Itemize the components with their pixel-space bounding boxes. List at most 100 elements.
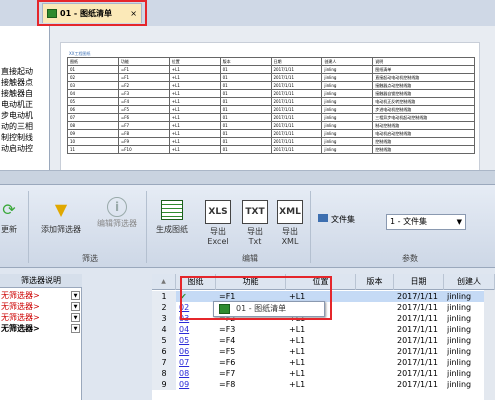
table-cell: +L1 — [289, 336, 306, 345]
filter-row-label: 无筛选器> — [1, 291, 40, 300]
left-panel-line: 接触器点 — [1, 78, 33, 87]
document-table-cell: 2017/1/11 — [270, 89, 323, 98]
filter-row[interactable]: 无筛选器> ▼ — [0, 290, 82, 301]
export-xml-label-2: XML — [281, 237, 299, 246]
table-row[interactable]: 9 09 =F8 +L1 2017/1/11 jinling — [152, 379, 495, 390]
table-cell[interactable]: 05 — [179, 335, 216, 346]
filter-row[interactable]: 无筛选器> ▼ — [0, 323, 82, 334]
document-table-cell: 04 — [67, 89, 119, 98]
document-table-cell: 2017/1/11 — [270, 137, 323, 146]
filter-row[interactable]: 无筛选器> ▼ — [0, 301, 82, 312]
document-table-row: 04 =F3 +L1 01 2017/1/11 jinling 接触器自锁控制线路 — [67, 89, 475, 98]
table-cell[interactable]: 07 — [179, 357, 216, 368]
tab-highlight-box — [37, 0, 147, 26]
generate-drawing-button[interactable]: 生成图纸 — [148, 197, 196, 235]
left-panel-line: 动启动控 — [1, 144, 33, 153]
table-cell — [359, 302, 394, 313]
table-cell: 2017/1/11 — [397, 314, 439, 323]
edit-filter-label: 编辑筛选器 — [97, 219, 137, 228]
table-row[interactable]: 8 08 =F7 +L1 2017/1/11 jinling — [152, 368, 495, 379]
export-xml-button[interactable]: XML 导出 XML — [273, 199, 307, 247]
horizontal-scrollbar[interactable] — [0, 170, 495, 184]
edit-filter-button[interactable]: i 编辑筛选器 — [88, 197, 146, 229]
document-table-cell: =F1 — [117, 65, 170, 74]
file-set-dropdown[interactable]: 1 - 文件集 ▼ — [386, 214, 466, 230]
filter-row-label: 无筛选器> — [1, 324, 40, 333]
document-table-cell: jinling — [321, 121, 374, 130]
table-cell — [359, 357, 394, 368]
table-cell: 2017/1/11 — [397, 303, 439, 312]
document-table-cell: 07 — [67, 113, 119, 122]
document-table-cell: =F1 — [117, 73, 170, 82]
table-cell[interactable]: 09 — [179, 379, 216, 390]
document-table-cell: 电动机启动控制线路 — [372, 129, 475, 138]
add-filter-button[interactable]: ▼ 添加筛选器 — [32, 197, 90, 235]
document-table-cell: 06 — [67, 105, 119, 114]
document-page: XX工程图纸 图纸 功能 位置 版本 日期 创建人 说明 01 =F1 +L1 01 2017/1/1… — [60, 42, 480, 170]
document-table-cell: 01 — [219, 121, 272, 130]
document-table-cell: 接触器自锁控制线路 — [372, 89, 475, 98]
document-table-cell: 01 — [67, 65, 119, 74]
table-cell — [359, 335, 394, 346]
document-table-cell: jinling — [321, 105, 374, 114]
grid-column-header[interactable]: 创建人 — [444, 274, 495, 290]
document-table-cell: 2017/1/11 — [270, 65, 323, 74]
document-preview: XX工程图纸 图纸 功能 位置 版本 日期 创建人 说明 01 =F1 +L1 01 2017/1/1… — [50, 26, 495, 170]
chevron-down-icon[interactable]: ▼ — [71, 291, 80, 300]
document-table-cell: 2017/1/11 — [270, 145, 323, 154]
grid-column-header[interactable]: 日期 — [394, 274, 444, 290]
table-cell: 2017/1/11 — [397, 380, 439, 389]
table-row[interactable]: 5 05 =F4 +L1 2017/1/11 jinling — [152, 335, 495, 346]
document-table-row: 10 =F9 +L1 01 2017/1/11 jinling 控制线路 — [67, 137, 475, 146]
document-table-cell: 接触器点动控制线路 — [372, 81, 475, 90]
chevron-down-icon[interactable]: ▼ — [71, 324, 80, 333]
table-cell: 6 — [152, 346, 176, 357]
export-txt-button[interactable]: TXT 导出 Txt — [238, 199, 272, 247]
chevron-down-icon[interactable]: ▼ — [71, 313, 80, 322]
table-cell: 2017/1/11 — [397, 358, 439, 367]
document-table-cell: jinling — [321, 129, 374, 138]
export-excel-label-2: Excel — [207, 237, 229, 246]
document-table-cell: 控制线路 — [372, 145, 475, 154]
chevron-down-icon[interactable]: ▼ — [71, 302, 80, 311]
table-cell: 4 — [152, 324, 176, 335]
table-cell: 2017/1/11 — [397, 369, 439, 378]
params-group-label: 参数 — [402, 254, 418, 263]
document-table-cell: 2017/1/11 — [270, 105, 323, 114]
table-cell: =F3 — [219, 325, 236, 334]
export-excel-button[interactable]: XLS 导出 Excel — [200, 199, 236, 247]
table-cell: 7 — [152, 357, 176, 368]
table-cell: +L1 — [289, 369, 306, 378]
document-table-cell: 图纸 — [67, 57, 119, 66]
filter-row[interactable]: 无筛选器> ▼ — [0, 312, 82, 323]
table-row[interactable]: 6 06 =F5 +L1 2017/1/11 jinling — [152, 346, 495, 357]
document-table-cell: +L1 — [168, 105, 221, 114]
sort-icon[interactable]: ▲ — [152, 274, 176, 290]
document-table-cell: jinling — [321, 145, 374, 154]
document-table-cell: jinling — [321, 137, 374, 146]
grid-column-header[interactable]: 版本 — [356, 274, 394, 290]
document-table-cell: 控制线路 — [372, 137, 475, 146]
table-cell: =F7 — [219, 369, 236, 378]
document-table-cell: jinling — [321, 113, 374, 122]
document-table-cell: =F5 — [117, 105, 170, 114]
document-table-cell: =F6 — [117, 113, 170, 122]
table-row[interactable]: 7 07 =F6 +L1 2017/1/11 jinling — [152, 357, 495, 368]
table-cell — [359, 379, 394, 390]
document-table-cell: 2017/1/11 — [270, 113, 323, 122]
document-table-cell: 01 — [219, 97, 272, 106]
document-table-cell: 2017/1/11 — [270, 81, 323, 90]
table-row[interactable]: 4 04 =F3 +L1 2017/1/11 jinling — [152, 324, 495, 335]
vertical-scrollbar[interactable] — [484, 290, 495, 400]
table-cell[interactable]: 06 — [179, 346, 216, 357]
document-table-cell: +L1 — [168, 65, 221, 74]
document-table-row: 08 =F7 +L1 01 2017/1/11 jinling 制动控制线路 — [67, 121, 475, 130]
document-table-cell: +L1 — [168, 129, 221, 138]
refresh-button[interactable]: ⟳ 更新 — [0, 197, 24, 235]
document-table-cell: 位置 — [168, 57, 221, 66]
table-cell[interactable]: 08 — [179, 368, 216, 379]
document-table-row: 06 =F5 +L1 01 2017/1/11 jinling 步进电动机控制线路 — [67, 105, 475, 114]
table-cell — [359, 368, 394, 379]
table-cell[interactable]: 04 — [179, 324, 216, 335]
document-table-cell: =F4 — [117, 97, 170, 106]
